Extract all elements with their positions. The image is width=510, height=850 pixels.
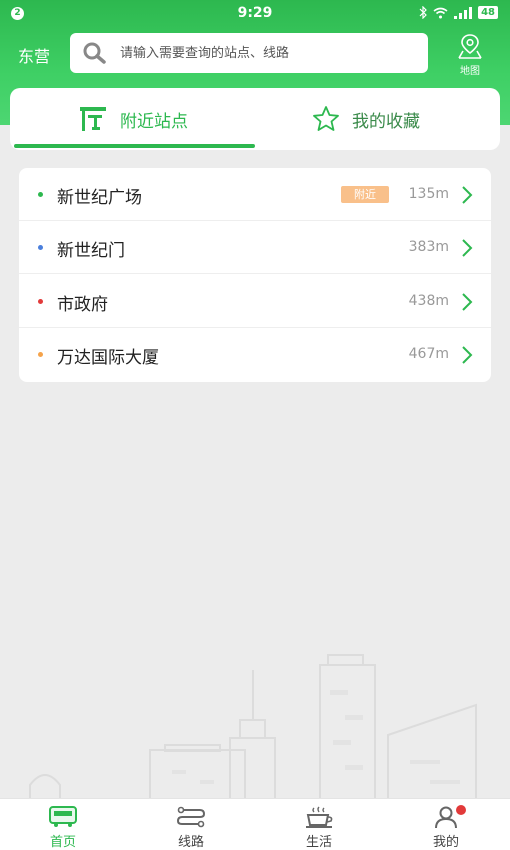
nav-life[interactable]: 生活 [279,799,359,850]
tab-nearby-label: 附近站点 [120,111,188,132]
stop-distance: 135m [408,186,449,202]
stop-distance: 467m [408,346,449,362]
chevron-right-icon [462,239,473,257]
map-pin-icon [458,34,482,59]
stop-distance: 438m [408,293,449,309]
status-icons: 48 [419,6,498,19]
stop-dot [38,299,43,304]
map-label: 地图 [460,66,480,77]
stop-distance: 383m [408,239,449,255]
list-item[interactable]: 新世纪广场 附近 135m [19,168,491,221]
nav-home[interactable]: 首页 [23,799,103,850]
notification-dot [456,805,466,815]
wifi-icon [433,7,448,18]
nav-home-label: 首页 [49,835,76,850]
list-item[interactable]: 新世纪门 383m [19,221,491,274]
star-icon [313,106,339,131]
city-skyline-illustration [29,654,477,800]
chevron-right-icon [462,293,473,311]
nav-me-label: 我的 [432,835,459,850]
stop-dot [38,192,43,197]
list-item[interactable]: 万达国际大厦 467m [19,328,491,381]
bottom-nav: 首页 线路 生活 我的 [0,798,510,850]
stop-name: 新世纪门 [57,241,125,261]
stop-name: 新世纪广场 [57,188,142,208]
search-box[interactable] [70,33,428,73]
nav-lines[interactable]: 线路 [151,799,231,850]
tabs-card: 附近站点 我的收藏 [10,88,500,150]
stop-name: 万达国际大厦 [57,348,159,368]
tab-favorites-label: 我的收藏 [352,111,420,132]
battery-icon: 48 [478,6,498,19]
bus-stop-icon [80,107,106,131]
tab-favorites[interactable]: 我的收藏 [312,88,420,150]
bus-icon [49,806,77,827]
nav-life-label: 生活 [305,835,332,850]
map-button[interactable]: 地图 [450,32,490,77]
chevron-right-icon [462,186,473,204]
search-input[interactable] [120,33,415,73]
coffee-cup-icon [306,806,333,828]
nav-me[interactable]: 我的 [406,799,486,850]
search-icon [83,42,106,64]
list-item[interactable]: 市政府 438m [19,275,491,328]
stop-dot [38,245,43,250]
nearby-tag: 附近 [341,186,389,203]
stop-name: 市政府 [57,295,108,315]
chevron-right-icon [462,346,473,364]
nav-lines-label: 线路 [177,835,204,850]
tab-nearby-stops[interactable]: 附近站点 [78,88,188,150]
stop-dot [38,352,43,357]
city-selector[interactable]: 东营 [18,43,50,67]
status-bar: 2 9:29 48 [0,0,510,26]
nearby-stops-list: 新世纪广场 附近 135m 新世纪门 383m 市政府 438m 万达国际大厦 … [19,168,491,382]
active-tab-indicator [14,144,255,148]
bluetooth-icon [419,6,427,19]
route-icon [176,806,206,828]
signal-icon [454,6,473,19]
